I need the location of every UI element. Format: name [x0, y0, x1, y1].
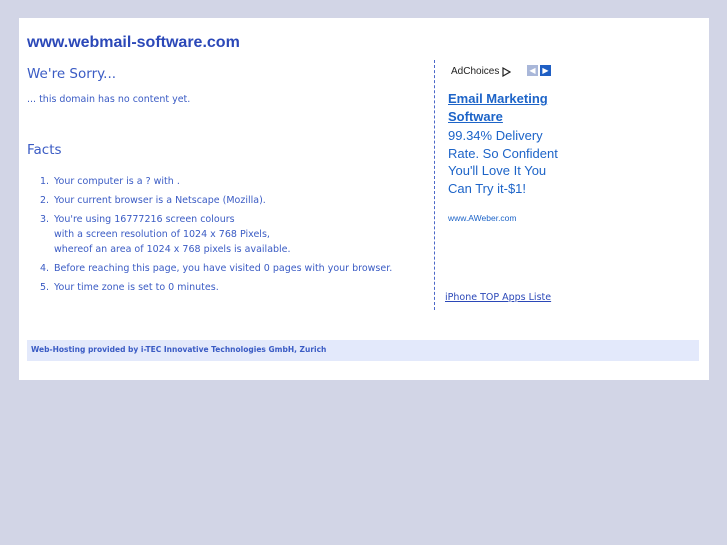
- fact-line: Your time zone is set to 0 minutes.: [54, 282, 219, 293]
- fact-line: Your computer is a ? with .: [54, 176, 180, 187]
- list-item: 3. You're using 16777216 screen colours …: [27, 212, 392, 257]
- content-card: www.webmail-software.com We're Sorry... …: [19, 18, 709, 380]
- fact-line: with a screen resolution of 1024 x 768 P…: [54, 229, 270, 240]
- list-number: 1.: [40, 176, 50, 187]
- ad-prev-button[interactable]: ◀: [527, 65, 538, 76]
- chevron-left-icon: ◀: [529, 66, 536, 75]
- fact-line: whereof an area of 1024 x 768 pixels is …: [54, 244, 291, 255]
- site-title[interactable]: www.webmail-software.com: [27, 34, 240, 52]
- list-number: 5.: [40, 282, 50, 293]
- fact-line: Your current browser is a Netscape (Mozi…: [54, 195, 266, 206]
- ad-body-text[interactable]: 99.34% Delivery Rate. So Confident You'l…: [448, 127, 558, 197]
- ad-title-link[interactable]: Email Marketing Software: [448, 90, 578, 126]
- no-content-text: ... this domain has no content yet.: [27, 94, 191, 105]
- list-item: 5. Your time zone is set to 0 minutes.: [27, 280, 392, 295]
- fact-line: Before reaching this page, you have visi…: [54, 263, 393, 274]
- iphone-apps-link[interactable]: iPhone TOP Apps Liste: [445, 292, 551, 303]
- list-number: 4.: [40, 263, 50, 274]
- list-item: 2. Your current browser is a Netscape (M…: [27, 193, 392, 208]
- list-number: 2.: [40, 195, 50, 206]
- ad-nav: ◀ ▶: [527, 65, 551, 76]
- adchoices-link[interactable]: AdChoices: [451, 66, 512, 77]
- ad-url-link[interactable]: www.AWeber.com: [448, 213, 517, 223]
- column-divider: [434, 60, 435, 310]
- ad-next-button[interactable]: ▶: [540, 65, 551, 76]
- list-item: 4. Before reaching this page, you have v…: [27, 261, 392, 276]
- sorry-heading: We're Sorry...: [27, 66, 117, 82]
- footer-hosting-text: Web-Hosting provided by i-TEC Innovative…: [31, 345, 327, 354]
- adchoices-icon: [502, 66, 512, 77]
- facts-list: 1. Your computer is a ? with . 2. Your c…: [27, 174, 392, 299]
- facts-heading: Facts: [27, 142, 62, 158]
- fact-line: You're using 16777216 screen colours: [54, 214, 235, 225]
- adchoices-label: AdChoices: [451, 66, 500, 77]
- list-item: 1. Your computer is a ? with .: [27, 174, 392, 189]
- chevron-right-icon: ▶: [542, 66, 549, 75]
- list-number: 3.: [40, 214, 50, 225]
- footer-bar: Web-Hosting provided by i-TEC Innovative…: [27, 340, 699, 361]
